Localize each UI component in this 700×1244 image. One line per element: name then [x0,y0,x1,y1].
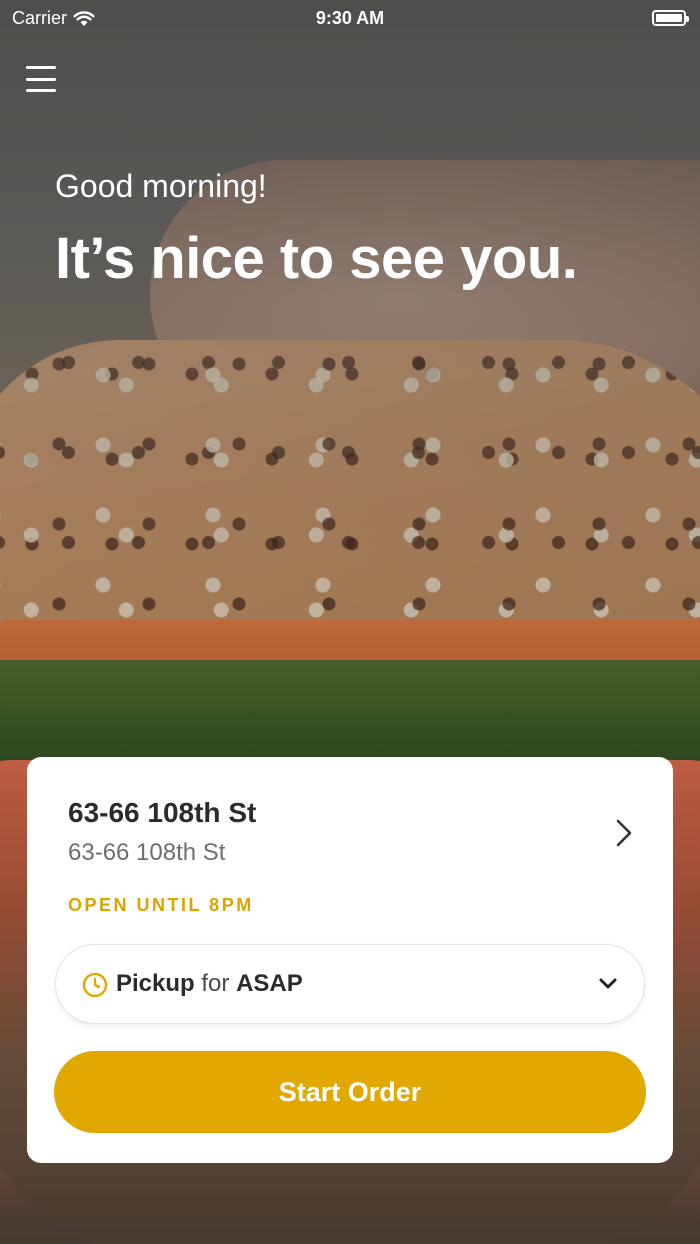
status-bar: Carrier 9:30 AM [0,0,700,40]
battery-icon [652,10,689,26]
chevron-right-icon [616,819,632,847]
hamburger-menu-icon[interactable] [26,66,56,92]
store-name: 63-66 108th St [68,797,257,828]
pickup-time-dropdown[interactable]: Pickup for ASAP [55,944,645,1024]
start-order-button[interactable]: Start Order [54,1051,646,1133]
store-address: 63-66 108th St [68,839,226,866]
chevron-down-icon [599,978,617,989]
pickup-summary: Pickup for ASAP [116,970,303,998]
headline-text: It’s nice to see you. [55,226,578,291]
order-mode: Pickup [116,970,195,997]
order-time: ASAP [236,970,303,997]
order-card: 63-66 108th St 63-66 108th St OPEN UNTIL… [27,757,673,1163]
clock-icon [82,972,108,998]
greeting-text: Good morning! [55,168,267,204]
order-connector: for [201,970,230,997]
status-time: 9:30 AM [315,8,385,28]
store-selector[interactable]: 63-66 108th St 63-66 108th St [68,793,638,883]
store-hours-badge: OPEN UNTIL 8PM [68,895,254,915]
